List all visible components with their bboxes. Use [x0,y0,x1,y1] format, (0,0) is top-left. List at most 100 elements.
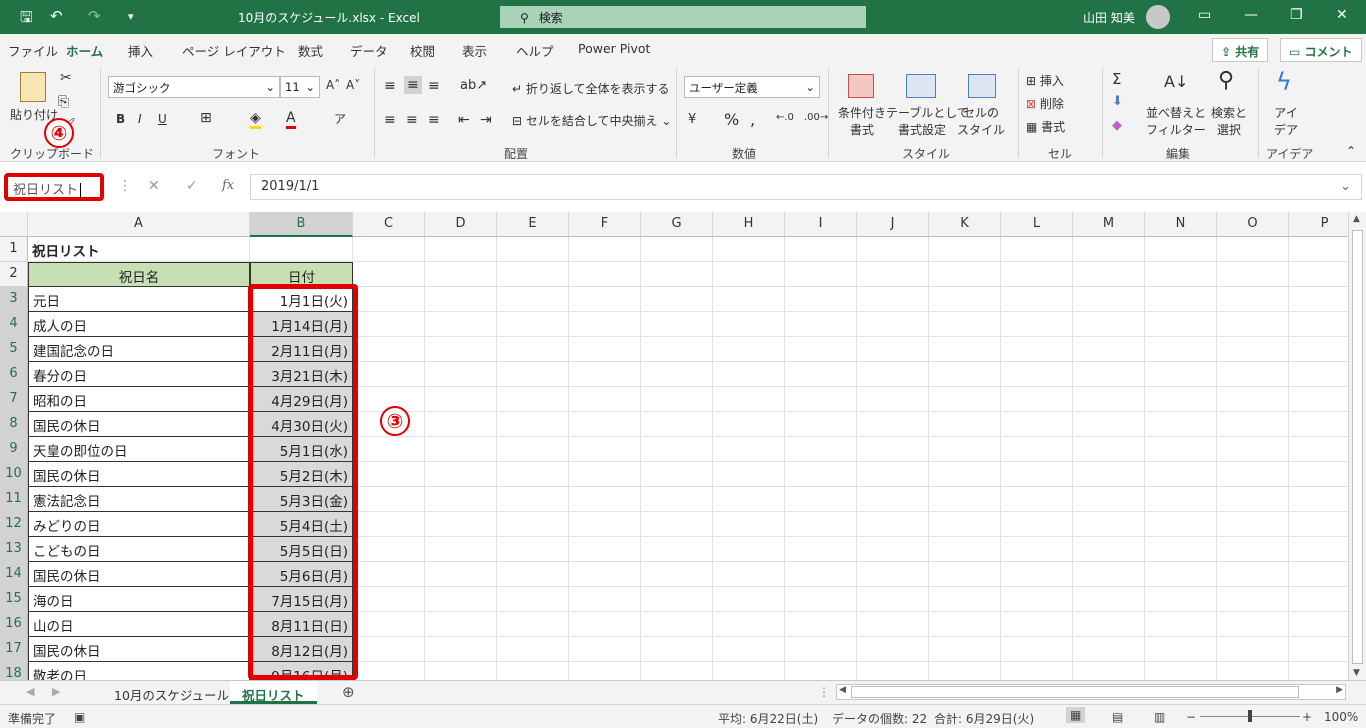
orientation-icon[interactable]: ab↗ [460,78,487,93]
holiday-date-cell[interactable]: 5月3日(金) [250,487,353,512]
cell[interactable] [785,637,857,662]
cell[interactable] [497,587,569,612]
cell[interactable] [425,287,497,312]
cell[interactable] [1145,587,1217,612]
cell[interactable] [713,387,785,412]
cell[interactable] [1073,287,1145,312]
cell[interactable] [1145,362,1217,387]
comment-button[interactable]: ▭ コメント [1280,38,1362,62]
copy-icon[interactable]: ⎘ [58,94,69,110]
cell[interactable] [641,562,713,587]
cell[interactable] [785,662,857,680]
row-header[interactable]: 6 [0,362,28,387]
cell[interactable] [1145,412,1217,437]
decrease-decimal-icon[interactable]: .00→ [804,112,828,123]
column-header-p[interactable]: P [1289,212,1348,237]
holiday-name-cell[interactable]: 国民の休日 [28,562,250,587]
holiday-name-cell[interactable]: 建国記念の日 [28,337,250,362]
holiday-name-cell[interactable]: こどもの日 [28,537,250,562]
holiday-date-cell[interactable]: 5月2日(木) [250,462,353,487]
cell[interactable] [1217,512,1289,537]
tab-home[interactable]: ホーム [63,41,106,66]
holiday-name-cell[interactable]: 山の日 [28,612,250,637]
tab-file[interactable]: ファイル [8,41,58,60]
row-header[interactable]: 3 [0,287,28,312]
scroll-thumb[interactable] [1352,230,1363,664]
cell[interactable] [1073,412,1145,437]
row-header[interactable]: 18 [0,662,28,680]
align-bottom-icon[interactable]: ≡ [428,78,440,94]
cell[interactable] [713,337,785,362]
cell[interactable] [641,387,713,412]
cell[interactable] [1145,487,1217,512]
cell[interactable] [353,362,425,387]
cell[interactable] [713,612,785,637]
align-left-icon[interactable]: ≡ [384,112,396,128]
cell[interactable] [641,512,713,537]
cell[interactable] [857,437,929,462]
tab-insert[interactable]: 挿入 [128,41,153,60]
cell[interactable] [497,337,569,362]
cell[interactable] [641,612,713,637]
cell[interactable] [1217,287,1289,312]
holiday-name-cell[interactable]: 春分の日 [28,362,250,387]
cell[interactable] [425,587,497,612]
cell[interactable] [1217,437,1289,462]
holiday-date-cell[interactable]: 2月11日(月) [250,337,353,362]
decrease-font-icon[interactable]: A˅ [346,78,360,92]
cell[interactable] [857,662,929,680]
cell[interactable] [1217,362,1289,387]
worksheet-grid[interactable]: A B C D E F G H I J K L M N O P 1 2 3 4 5 6 7 8 9 10 11 12 13 14 15 16 1… [0,212,1348,680]
cell[interactable] [1289,412,1348,437]
cell[interactable] [785,487,857,512]
cell[interactable] [929,487,1001,512]
cell[interactable] [1289,487,1348,512]
row-header[interactable]: 15 [0,587,28,612]
zoom-in-icon[interactable]: + [1302,710,1312,724]
cell[interactable] [1001,587,1073,612]
avatar[interactable] [1146,5,1170,29]
currency-icon[interactable]: ¥ [688,112,696,127]
cell[interactable] [1001,287,1073,312]
cell[interactable] [569,462,641,487]
merge-center-button[interactable]: ⊟ セルを結合して中央揃え ⌄ [512,112,671,129]
cell[interactable] [569,537,641,562]
align-center-icon[interactable]: ≡ [406,112,418,128]
conditional-format-icon[interactable] [848,74,874,98]
align-top-icon[interactable]: ≡ [384,78,396,94]
cell[interactable] [1217,537,1289,562]
cell[interactable] [1001,412,1073,437]
horizontal-scroll-thumb[interactable] [851,686,1299,698]
cell[interactable] [353,262,425,287]
cell[interactable] [425,662,497,680]
normal-view-icon[interactable]: ▦ [1066,707,1086,723]
cell[interactable] [569,287,641,312]
cell[interactable] [425,437,497,462]
page-break-view-icon[interactable]: ▥ [1154,710,1165,724]
cell[interactable] [353,437,425,462]
cell[interactable] [857,312,929,337]
row-header[interactable]: 1 [0,237,28,262]
cell[interactable] [641,487,713,512]
holiday-name-cell[interactable]: 国民の休日 [28,412,250,437]
cell[interactable] [1217,562,1289,587]
column-header-g[interactable]: G [641,212,713,237]
cell[interactable] [1073,312,1145,337]
cell[interactable] [1217,462,1289,487]
cell[interactable] [641,637,713,662]
clear-icon[interactable]: ◆ [1112,118,1122,133]
tab-page-layout[interactable]: ページ レイアウト [182,41,286,60]
minimize-icon[interactable]: — [1244,7,1258,23]
cell[interactable] [353,587,425,612]
collapse-ribbon-icon[interactable]: ⌃ [1346,144,1356,158]
cell[interactable] [425,337,497,362]
column-header-o[interactable]: O [1217,212,1289,237]
cell[interactable] [425,387,497,412]
cell[interactable] [425,487,497,512]
cell[interactable] [857,237,929,262]
format-as-table-button[interactable]: テーブルとして 書式設定 [886,104,969,138]
cell[interactable] [785,562,857,587]
cell[interactable] [857,512,929,537]
column-header-b[interactable]: B [250,212,353,237]
cell[interactable] [857,387,929,412]
